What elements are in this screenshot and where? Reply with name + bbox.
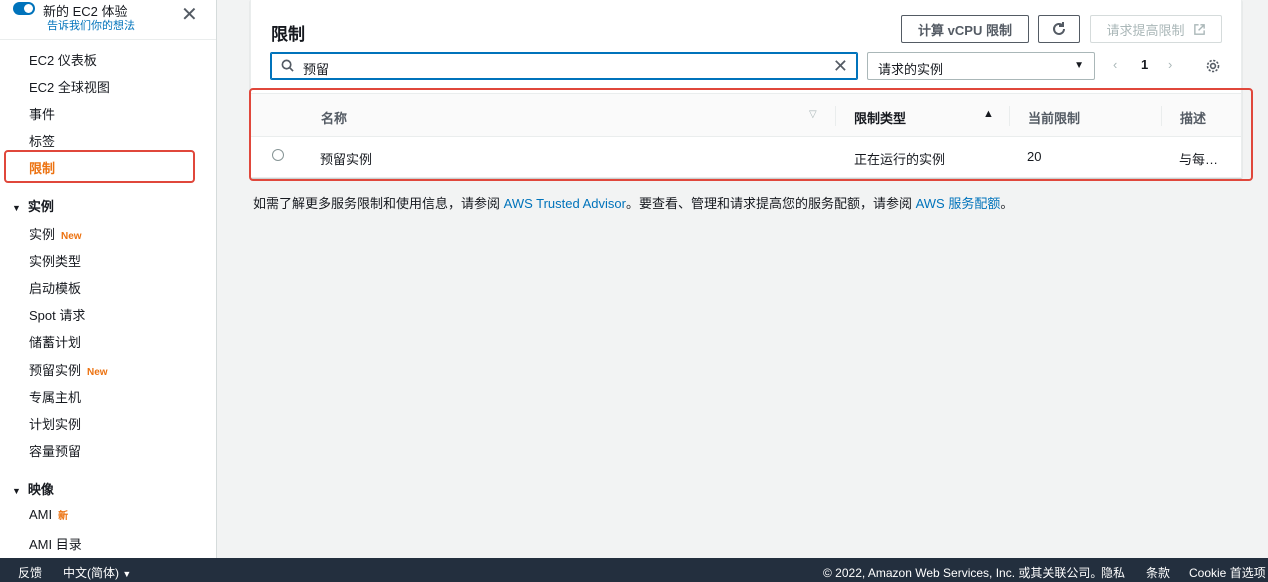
sidebar-item-scheduled-instances[interactable]: 计划实例	[29, 414, 81, 433]
previous-page-icon[interactable]: ‹	[1113, 57, 1117, 72]
page-title: 限制	[271, 25, 305, 44]
cell-current-limit: 20	[1027, 149, 1042, 164]
sidebar-item-ec2-dashboard[interactable]: EC2 仪表板	[29, 50, 97, 69]
language-selector[interactable]: 中文(简体) ▼	[63, 564, 131, 581]
new-badge: New	[61, 231, 82, 242]
external-link-icon	[1193, 23, 1205, 35]
sort-ascending-icon[interactable]: ▲	[983, 108, 994, 120]
caret-down-icon: ▼	[122, 569, 132, 579]
sidebar-item-dedicated-hosts[interactable]: 专属主机	[29, 387, 81, 406]
sidebar-item-ami[interactable]: AMI 新	[29, 507, 68, 522]
sidebar-item-spot-requests[interactable]: Spot 请求	[29, 305, 85, 324]
privacy-link[interactable]: 隐私	[1101, 564, 1125, 581]
sidebar-item-savings-plans[interactable]: 储蓄计划	[29, 332, 81, 351]
sidebar-section-instances[interactable]: ▼ 实例	[12, 196, 54, 215]
sidebar-item-reserved-instances[interactable]: 预留实例 New	[29, 360, 108, 379]
filter-value: 请求的实例	[878, 62, 944, 77]
settings-gear-icon[interactable]	[1205, 58, 1221, 74]
new-experience-bar: 新的 EC2 体验 告诉我们你的想法 ✕	[0, 0, 216, 40]
column-divider	[835, 106, 836, 126]
request-limit-increase-button[interactable]: 请求提高限制	[1090, 15, 1222, 43]
section-label: 映像	[27, 482, 54, 497]
clear-icon[interactable]: ✕	[833, 56, 848, 76]
sidebar-item-ami-catalog[interactable]: AMI 目录	[29, 534, 82, 553]
close-icon[interactable]: ✕	[181, 5, 198, 25]
calculate-vcpu-limit-button[interactable]: 计算 vCPU 限制	[901, 15, 1029, 43]
search-icon	[281, 59, 294, 72]
trusted-advisor-link[interactable]: AWS Trusted Advisor	[504, 196, 626, 211]
sidebar-item-capacity-reservations[interactable]: 容量预留	[29, 441, 81, 460]
sidebar-item-events[interactable]: 事件	[29, 104, 55, 123]
search-input[interactable]: 预留 ✕	[270, 52, 858, 80]
column-header-description[interactable]: 描述	[1180, 108, 1206, 127]
new-badge: 新	[58, 511, 69, 522]
new-badge: New	[87, 367, 108, 378]
sidebar-item-tags[interactable]: 标签	[29, 131, 55, 150]
sidebar: 新的 EC2 体验 告诉我们你的想法 ✕ EC2 仪表板 EC2 全球视图 事件…	[0, 0, 217, 558]
column-header-limit-type[interactable]: 限制类型	[854, 108, 906, 127]
info-text: 如需了解更多服务限制和使用信息，请参阅 AWS Trusted Advisor。…	[253, 196, 1014, 211]
table-row[interactable]: 预留实例 正在运行的实例 20 与每…	[251, 137, 1241, 175]
caret-down-icon: ▼	[12, 203, 21, 213]
section-label: 实例	[27, 199, 54, 214]
page-number[interactable]: 1	[1141, 57, 1148, 72]
table-header: 名称 ▽ 限制类型 ▲ 当前限制 描述	[251, 93, 1241, 137]
row-radio[interactable]	[272, 149, 284, 161]
service-quotas-link[interactable]: AWS 服务配额	[916, 196, 1001, 211]
refresh-icon	[1053, 22, 1065, 35]
new-experience-toggle[interactable]	[13, 2, 35, 15]
cell-name: 预留实例	[320, 152, 373, 167]
filter-select[interactable]: 请求的实例 ▼	[867, 52, 1095, 80]
caret-down-icon: ▼	[12, 486, 21, 496]
feedback-link[interactable]: 告诉我们你的想法	[47, 17, 135, 33]
caret-down-icon: ▼	[1074, 60, 1084, 71]
sidebar-item-instances[interactable]: 实例 New	[29, 224, 82, 243]
sidebar-item-instance-types[interactable]: 实例类型	[29, 251, 81, 270]
copyright-text: © 2022, Amazon Web Services, Inc. 或其关联公司…	[823, 566, 1103, 580]
limits-panel: 限制 计算 vCPU 限制 请求提高限制 预留 ✕ 请求的实例 ▼ ‹ 1 › …	[250, 0, 1242, 178]
sort-icon[interactable]: ▽	[809, 109, 817, 120]
button-label: 请求提高限制	[1106, 22, 1185, 38]
cookie-preferences-link[interactable]: Cookie 首选项	[1189, 564, 1266, 581]
refresh-button[interactable]	[1038, 15, 1080, 43]
sidebar-item-limits[interactable]: 限制	[29, 158, 55, 177]
cell-description: 与每…	[1179, 152, 1219, 167]
search-value: 预留	[303, 62, 330, 77]
sidebar-item-ec2-global-view[interactable]: EC2 全球视图	[29, 77, 110, 96]
feedback-link[interactable]: 反馈	[18, 564, 42, 581]
sidebar-section-images[interactable]: ▼ 映像	[12, 479, 54, 498]
next-page-icon[interactable]: ›	[1168, 57, 1172, 72]
column-header-name[interactable]: 名称	[321, 108, 347, 127]
cell-limit-type: 正在运行的实例	[854, 152, 946, 167]
column-divider	[1161, 106, 1162, 126]
footer: 反馈 中文(简体) ▼ © 2022, Amazon Web Services,…	[0, 558, 1268, 582]
sidebar-item-launch-templates[interactable]: 启动模板	[29, 278, 81, 297]
column-header-current-limit[interactable]: 当前限制	[1028, 108, 1080, 127]
column-divider	[1009, 106, 1010, 126]
terms-link[interactable]: 条款	[1146, 564, 1170, 581]
